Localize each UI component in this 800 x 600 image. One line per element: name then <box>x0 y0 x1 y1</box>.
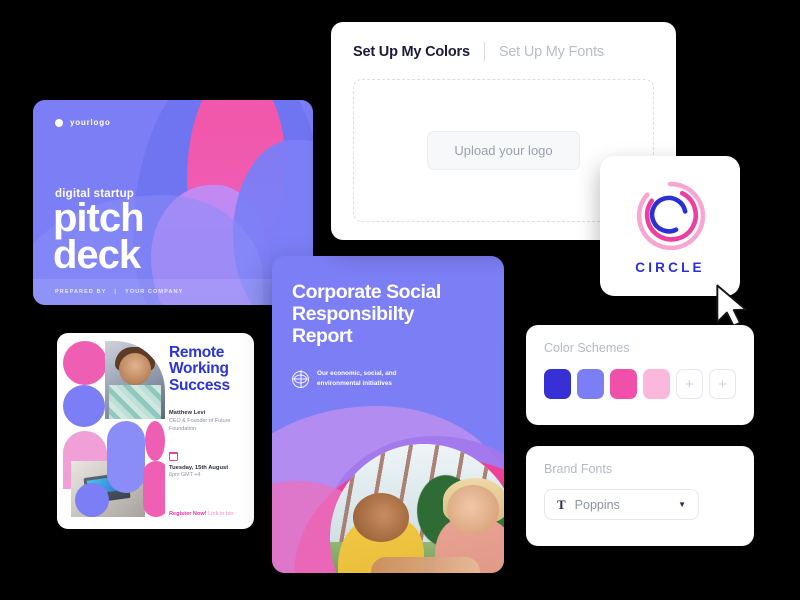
add-color-button-1[interactable]: + <box>675 369 703 399</box>
circle-wordmark: CIRCLE <box>635 259 705 275</box>
csr-title-line2: Responsibilty <box>292 302 415 325</box>
remote-working-title: Remote Working Success <box>169 344 246 394</box>
pitch-deck-footer-separator: | <box>114 289 118 295</box>
globe-icon <box>292 370 309 388</box>
pitch-deck-title: pitch deck <box>53 196 145 277</box>
color-swatch-2[interactable] <box>576 369 604 399</box>
pitch-deck-slide[interactable]: yourlogo digital startup pitch deck PREP… <box>33 100 313 305</box>
remote-working-card[interactable]: Remote Working Success Matthew Levi CEO … <box>57 333 254 529</box>
register-cta[interactable]: Register Now! Link in bio <box>169 511 233 517</box>
logo-dot-icon <box>55 118 63 127</box>
register-cta-bold: Register Now! <box>169 511 207 517</box>
speaker-role-line2: Foundation <box>169 426 196 433</box>
color-schemes-label: Color Schemes <box>544 341 630 355</box>
register-cta-rest: Link in bio <box>208 511 234 517</box>
color-swatch-1[interactable] <box>544 369 571 399</box>
setup-tabs: Set Up My Colors Set Up My Fonts <box>353 42 654 61</box>
remote-working-title-line2: Working <box>169 360 229 378</box>
pitch-deck-logo-text: yourlogo <box>70 118 111 127</box>
calendar-icon <box>168 451 179 461</box>
pitch-deck-footer-right: YOUR COMPANY <box>125 289 184 295</box>
speaker-name: Matthew Levi <box>169 410 206 417</box>
upload-logo-button[interactable]: Upload your logo <box>427 131 580 170</box>
remote-working-title-line1: Remote <box>169 344 225 361</box>
remote-working-title-line3: Success <box>169 376 230 394</box>
csr-subtitle-line1: Our economic, social, and <box>317 370 397 378</box>
csr-title: Corporate Social Responsibilty Report <box>292 281 484 347</box>
csr-subtitle-line2: environmental initiatives <box>317 380 392 388</box>
add-color-button-2[interactable]: + <box>708 369 737 399</box>
brand-fonts-label: Brand Fonts <box>544 462 613 476</box>
mouse-cursor-icon <box>716 284 747 327</box>
circle-logo-icon <box>636 181 706 250</box>
canvas: yourlogo digital startup pitch deck PREP… <box>0 0 800 600</box>
remote-working-collage <box>57 333 165 529</box>
selected-font-name: Poppins <box>574 497 620 512</box>
tab-divider <box>483 42 485 61</box>
chevron-down-icon: ▼ <box>678 500 686 509</box>
portrait-photo <box>105 341 165 419</box>
color-swatch-row: + + <box>544 369 737 399</box>
brand-fonts-panel: Brand Fonts T Poppins ▼ <box>526 446 754 546</box>
csr-subtitle: Our economic, social, and environmental … <box>317 369 397 388</box>
event-date: Tuesday, 15th August <box>169 464 229 471</box>
pitch-deck-footer: PREPARED BY | YOUR COMPANY <box>33 279 313 305</box>
circle-logo-card[interactable]: CIRCLE <box>600 156 740 296</box>
color-swatch-3[interactable] <box>609 369 637 399</box>
tab-set-up-my-colors[interactable]: Set Up My Colors <box>353 44 470 60</box>
speaker-role-line1: CEO & Founder of Future <box>169 418 231 425</box>
text-type-icon: T <box>557 496 566 512</box>
pitch-deck-footer-left: PREPARED BY <box>55 289 107 295</box>
pitch-deck-title-line2: deck <box>53 232 141 277</box>
font-select-dropdown[interactable]: T Poppins ▼ <box>544 489 699 520</box>
pitch-deck-title-line1: pitch <box>53 196 145 240</box>
csr-title-line1: Corporate Social <box>292 281 441 303</box>
tab-set-up-my-fonts[interactable]: Set Up My Fonts <box>499 44 604 60</box>
pitch-deck-logo: yourlogo <box>55 118 291 127</box>
csr-title-line3: Report <box>292 324 353 347</box>
speaker-role: CEO & Founder of Future Foundation <box>169 418 246 434</box>
event-time: 6pm GMT +4 <box>169 471 201 478</box>
color-schemes-panel: Color Schemes + + <box>526 325 754 425</box>
color-swatch-4[interactable] <box>642 369 670 399</box>
csr-report-poster[interactable]: Corporate Social Responsibilty Report Ou… <box>272 256 504 573</box>
